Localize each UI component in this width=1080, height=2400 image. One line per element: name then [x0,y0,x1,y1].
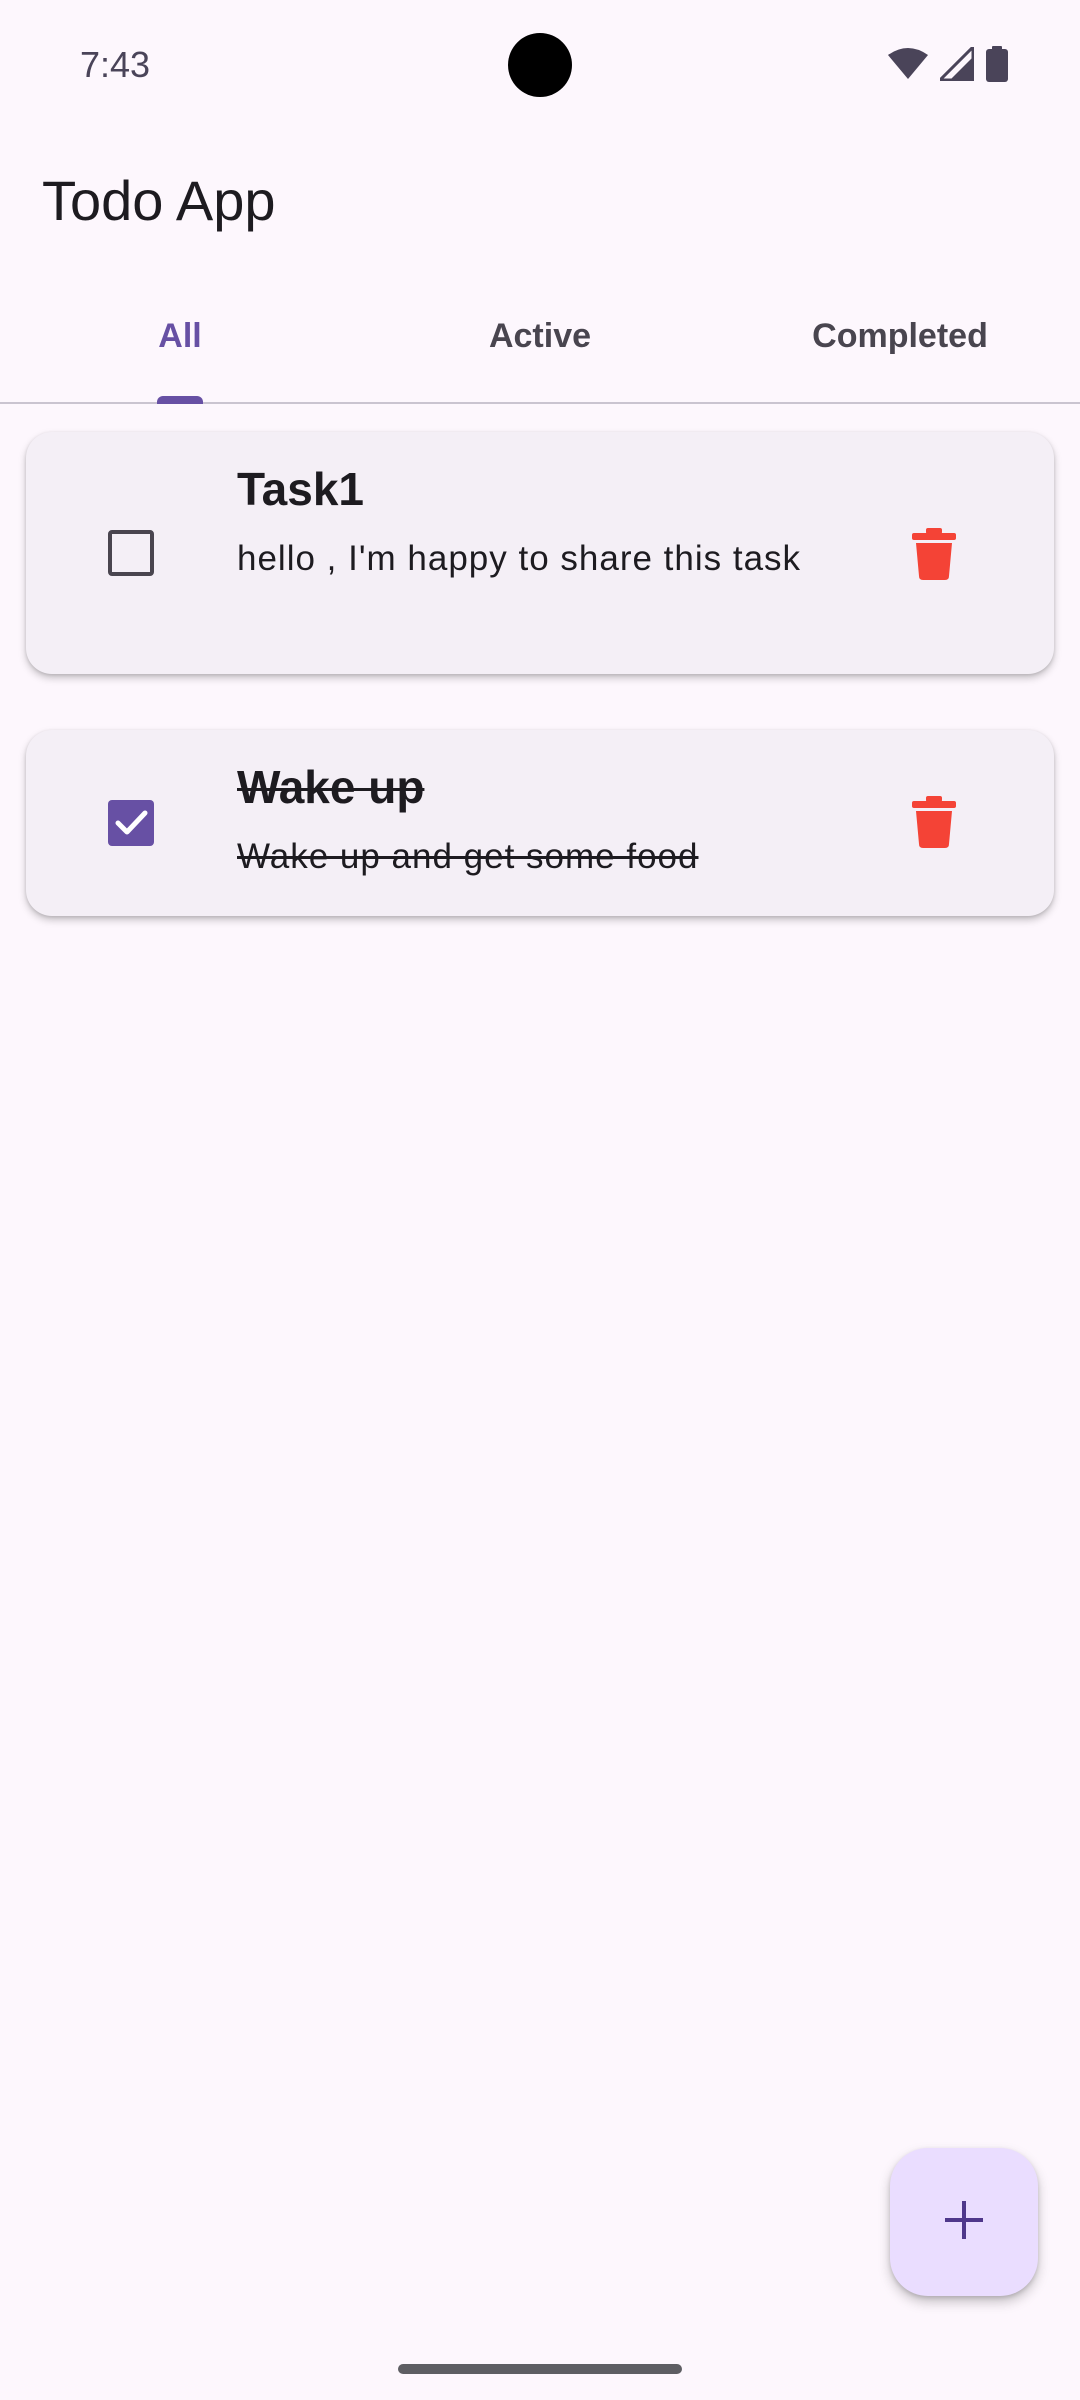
task-list: Task1 hello , I'm happy to share this ta… [26,432,1054,972]
status-icons [888,46,1008,82]
task-card[interactable]: Wake up Wake up and get some food [26,730,1054,916]
task-checkbox[interactable] [108,530,154,576]
battery-icon [986,46,1008,82]
home-indicator[interactable] [398,2364,682,2374]
task-checkbox-checked[interactable] [108,800,154,846]
trash-icon [912,796,956,852]
task-text: Wake up Wake up and get some food [237,758,857,884]
trash-icon [912,528,956,584]
checkmark-icon [115,810,148,835]
tab-bar: All Active Completed [0,270,1080,404]
delete-button[interactable] [912,528,956,580]
delete-button[interactable] [912,796,956,848]
status-time: 7:43 [80,44,151,85]
tab-completed-label: Completed [812,316,988,355]
status-bar: 7:43 [0,0,1080,130]
tab-all[interactable]: All [0,270,360,404]
camera-cutout [508,33,572,97]
app-title: Todo App [42,169,276,232]
task-description: Wake up and get some food [237,837,699,876]
task-card[interactable]: Task1 hello , I'm happy to share this ta… [26,432,1054,674]
screen: 7:43 Todo App All Active Completed Task1… [0,0,1080,2400]
plus-icon [943,2199,985,2246]
wifi-icon [888,48,928,80]
task-text: Task1 hello , I'm happy to share this ta… [237,460,857,586]
tab-completed[interactable]: Completed [720,270,1080,402]
signal-icon [940,47,974,81]
task-description: hello , I'm happy to share this task [237,539,802,578]
task-title: Task1 [237,463,365,515]
add-task-button[interactable] [890,2148,1038,2296]
tab-active-label: Active [488,316,592,355]
tab-indicator [157,396,203,404]
task-title: Wake up [237,761,425,813]
tab-all-label: All [158,316,202,355]
tab-active[interactable]: Active [360,270,720,402]
